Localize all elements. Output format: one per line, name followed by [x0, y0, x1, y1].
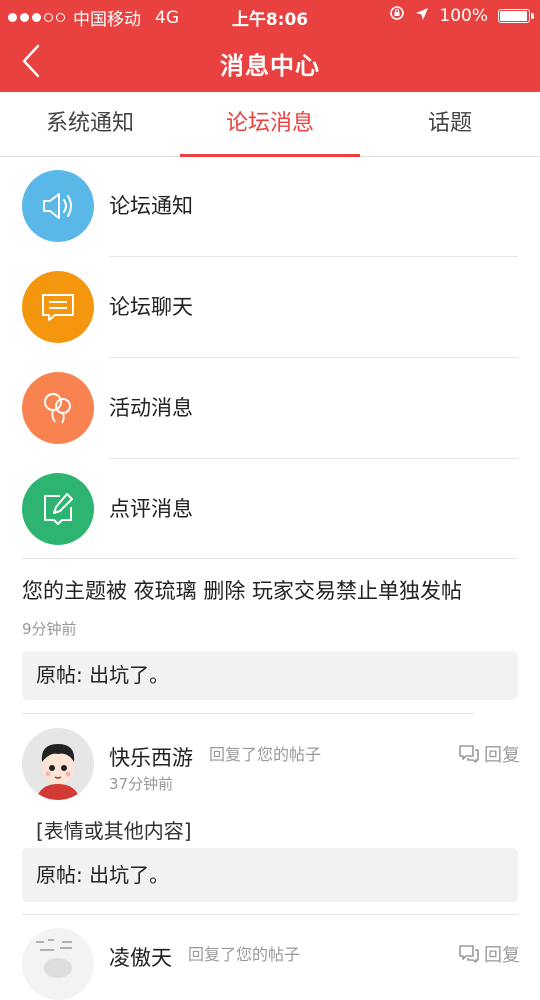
reply-label: 回复 — [484, 945, 520, 966]
reply-label: 回复 — [484, 745, 520, 766]
avatar[interactable] — [22, 928, 94, 1000]
user-name[interactable]: 凌傲天 — [109, 942, 172, 972]
category-forum-notice[interactable]: 论坛通知 — [0, 156, 540, 256]
reply-icon — [459, 745, 479, 763]
chat-bubble-icon — [22, 271, 94, 343]
quoted-post[interactable]: 原帖: 出坑了。 — [22, 848, 518, 902]
balloon-icon — [22, 372, 94, 444]
reply-action-text: 回复了您的帖子 — [209, 745, 322, 764]
speaker-icon — [22, 170, 94, 242]
tab-system-notice[interactable]: 系统通知 — [0, 92, 180, 156]
battery-percent: 100% — [439, 5, 488, 26]
nav-bar: 消息中心 — [0, 30, 540, 92]
battery-icon — [498, 8, 534, 23]
top-bar: 中国移动 4G 上午8:06 100% 消息中心 — [0, 0, 540, 92]
reply-action-text: 回复了您的帖子 — [188, 945, 301, 964]
reply-button[interactable]: 回复 — [458, 741, 520, 767]
user-name[interactable]: 快乐西游 — [109, 742, 193, 772]
divider — [22, 558, 518, 559]
message-content: [表情或其他内容] — [36, 819, 192, 843]
divider — [22, 713, 474, 714]
category-forum-chat[interactable]: 论坛聊天 — [0, 257, 540, 357]
tab-forum-messages[interactable]: 论坛消息 — [180, 92, 360, 157]
status-bar: 中国移动 4G 上午8:06 100% — [0, 0, 540, 30]
rotation-lock-icon — [389, 5, 405, 26]
tab-topics[interactable]: 话题 — [360, 92, 540, 156]
category-label: 活动消息 — [109, 396, 193, 420]
message-time: 37分钟前 — [109, 775, 174, 793]
quoted-post[interactable]: 原帖: 出坑了。 — [22, 651, 518, 700]
page-title: 消息中心 — [220, 52, 320, 80]
location-icon — [415, 6, 429, 26]
category-label: 论坛通知 — [109, 194, 193, 218]
message-text: 您的主题被 夜琉璃 删除 玩家交易禁止单独发帖 — [22, 579, 463, 603]
category-label: 点评消息 — [109, 497, 193, 521]
tab-bar: 系统通知 论坛消息 话题 — [0, 92, 540, 157]
avatar[interactable] — [22, 728, 94, 800]
reply-icon — [459, 945, 479, 963]
category-label: 论坛聊天 — [109, 295, 193, 319]
message-time: 9分钟前 — [22, 620, 77, 638]
category-activity-messages[interactable]: 活动消息 — [0, 358, 540, 458]
reply-button[interactable]: 回复 — [458, 941, 520, 967]
category-review-messages[interactable]: 点评消息 — [0, 459, 540, 559]
divider — [22, 914, 518, 915]
edit-icon — [22, 473, 94, 545]
